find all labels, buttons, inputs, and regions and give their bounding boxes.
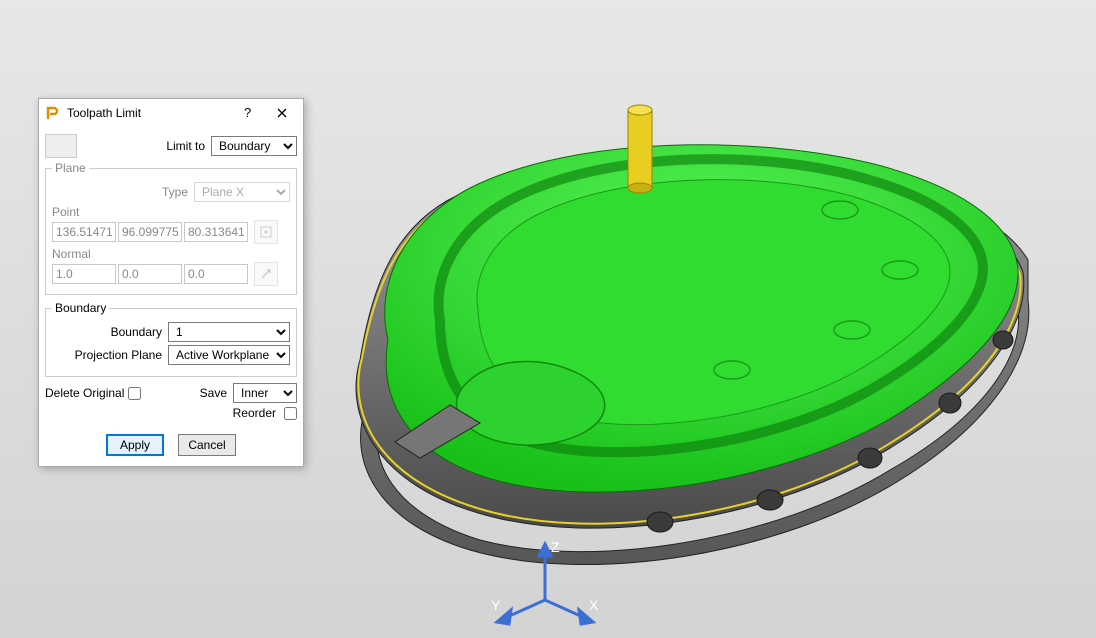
pick-point-icon bbox=[254, 220, 278, 244]
reorder-label: Reorder bbox=[233, 406, 276, 420]
normal-z-input bbox=[184, 264, 248, 284]
boundary-select[interactable]: 1 bbox=[168, 322, 290, 342]
projection-plane-select[interactable]: Active Workplane bbox=[168, 345, 290, 365]
plane-legend: Plane bbox=[52, 161, 89, 175]
tool-cylinder bbox=[628, 105, 652, 193]
side-hole bbox=[647, 512, 673, 532]
side-hole bbox=[939, 393, 961, 413]
dialog-titlebar[interactable]: Toolpath Limit ? bbox=[39, 99, 303, 127]
boundary-group: Boundary Boundary 1 Projection Plane Act… bbox=[45, 301, 297, 377]
point-y-input bbox=[118, 222, 182, 242]
toolpath-limit-dialog: Toolpath Limit ? Limit to Boundary Plane… bbox=[38, 98, 304, 467]
plane-type-label: Type bbox=[52, 185, 194, 199]
point-z-input bbox=[184, 222, 248, 242]
dialog-title: Toolpath Limit bbox=[67, 106, 231, 120]
point-x-input bbox=[52, 222, 116, 242]
save-select[interactable]: Inner bbox=[233, 383, 297, 403]
delete-original-label: Delete Original bbox=[45, 386, 124, 400]
normal-x-input bbox=[52, 264, 116, 284]
plane-type-select: Plane X bbox=[194, 182, 290, 202]
reorder-checkbox[interactable] bbox=[284, 407, 297, 420]
pick-normal-icon bbox=[254, 262, 278, 286]
apply-button[interactable]: Apply bbox=[106, 434, 164, 456]
help-button[interactable]: ? bbox=[231, 102, 265, 124]
boundary-label: Boundary bbox=[52, 325, 168, 339]
svg-text:?: ? bbox=[244, 106, 251, 120]
normal-label: Normal bbox=[52, 247, 290, 261]
side-hole bbox=[757, 490, 783, 510]
side-hole bbox=[993, 331, 1013, 349]
preview-thumbnail bbox=[45, 134, 77, 158]
plane-group: Plane Type Plane X Point Normal bbox=[45, 161, 297, 295]
point-label: Point bbox=[52, 205, 290, 219]
limit-to-select[interactable]: Boundary bbox=[211, 136, 297, 156]
delete-original-checkbox[interactable] bbox=[128, 387, 141, 400]
close-button[interactable] bbox=[265, 102, 299, 124]
side-hole bbox=[858, 448, 882, 468]
boundary-legend: Boundary bbox=[52, 301, 109, 315]
limit-to-label: Limit to bbox=[77, 139, 211, 153]
projection-plane-label: Projection Plane bbox=[52, 348, 168, 362]
normal-y-input bbox=[118, 264, 182, 284]
cancel-button[interactable]: Cancel bbox=[178, 434, 236, 456]
save-label: Save bbox=[200, 386, 233, 400]
app-icon bbox=[45, 105, 61, 121]
